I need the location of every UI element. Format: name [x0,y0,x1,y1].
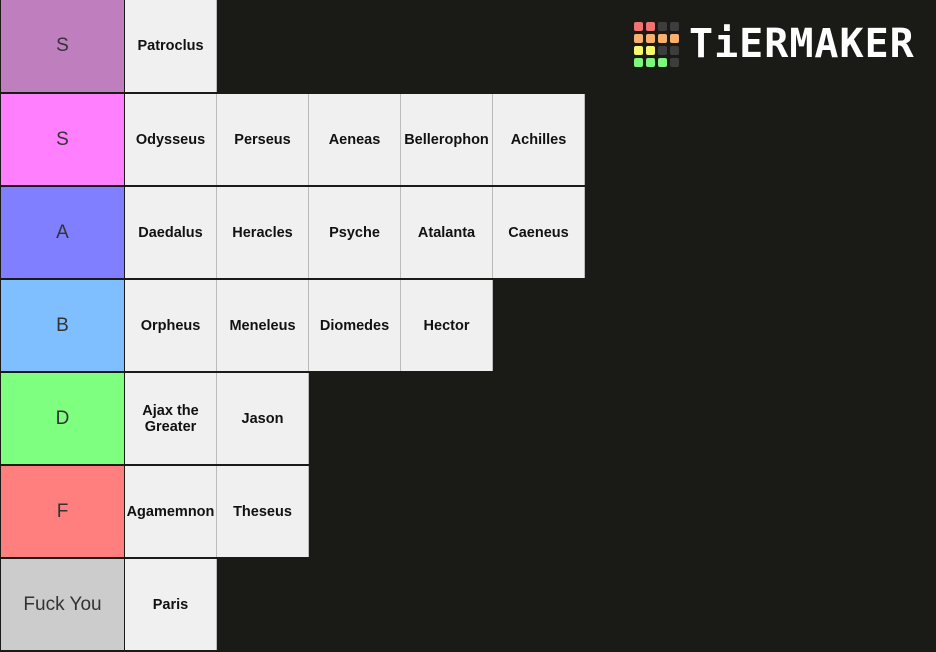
tier-item[interactable]: Heracles [217,187,309,278]
logo-square [658,45,667,55]
tier-label[interactable]: B [0,280,125,371]
tier-items: Orpheus Meneleus Diomedes Hector [125,280,936,371]
tier-label[interactable]: F [0,466,125,557]
logo-square [658,21,667,31]
logo-text: TiERMAKER [689,21,915,67]
tier-label[interactable]: A [0,187,125,278]
tier-item[interactable]: Perseus [217,94,309,185]
tier-item[interactable]: Atalanta [401,187,493,278]
tier-label[interactable]: S [0,0,125,92]
logo-square [634,21,643,31]
tier-item[interactable]: Caeneus [493,187,585,278]
tier-label[interactable]: S [0,94,125,185]
tier-item[interactable]: Jason [217,373,309,464]
tier-item[interactable]: Achilles [493,94,585,185]
tier-item[interactable]: Patroclus [125,0,217,92]
logo-square [670,21,679,31]
tier-item[interactable]: Bellerophon [401,94,493,185]
logo-square [634,33,643,43]
tier-row: A Daedalus Heracles Psyche Atalanta Caeneus [0,187,936,280]
tier-items: Agamemnon Theseus [125,466,936,557]
tier-item[interactable]: Paris [125,559,217,650]
tiermaker-logo: TiERMAKER [634,20,915,68]
tier-list: S Patroclus S Odysseus Perseus Aeneas Bellerop… [0,0,936,652]
tier-items: Odysseus Perseus Aeneas Bellerophon Achilles [125,94,936,185]
logo-square [646,45,655,55]
tier-row: B Orpheus Meneleus Diomedes Hector [0,280,936,373]
tier-item[interactable]: Aeneas [309,94,401,185]
tier-items: Ajax the Greater Jason [125,373,936,464]
tier-item[interactable]: Theseus [217,466,309,557]
tier-item[interactable]: Agamemnon [125,466,217,557]
tier-item[interactable]: Diomedes [309,280,401,371]
tier-item[interactable]: Hector [401,280,493,371]
tier-item[interactable]: Daedalus [125,187,217,278]
tier-items: Daedalus Heracles Psyche Atalanta Caeneus [125,187,936,278]
tier-items: Paris [125,559,936,650]
tier-row: F Agamemnon Theseus [0,466,936,559]
tier-item[interactable]: Odysseus [125,94,217,185]
tier-label[interactable]: Fuck You [0,559,125,650]
tier-label[interactable]: D [0,373,125,464]
tier-row: S Odysseus Perseus Aeneas Bellerophon Achille… [0,94,936,187]
logo-square [634,45,643,55]
logo-square [670,45,679,55]
logo-square [646,21,655,31]
tier-item[interactable]: Orpheus [125,280,217,371]
logo-square [670,57,679,67]
tier-item[interactable]: Ajax the Greater [125,373,217,464]
tier-row: D Ajax the Greater Jason [0,373,936,466]
tier-item[interactable]: Psyche [309,187,401,278]
logo-square [658,33,667,43]
logo-square [646,33,655,43]
logo-grid-icon [634,21,679,67]
logo-square [658,57,667,67]
logo-square [646,57,655,67]
logo-square [634,57,643,67]
tier-item[interactable]: Meneleus [217,280,309,371]
tier-row: Fuck You Paris [0,559,936,652]
logo-square [670,33,679,43]
